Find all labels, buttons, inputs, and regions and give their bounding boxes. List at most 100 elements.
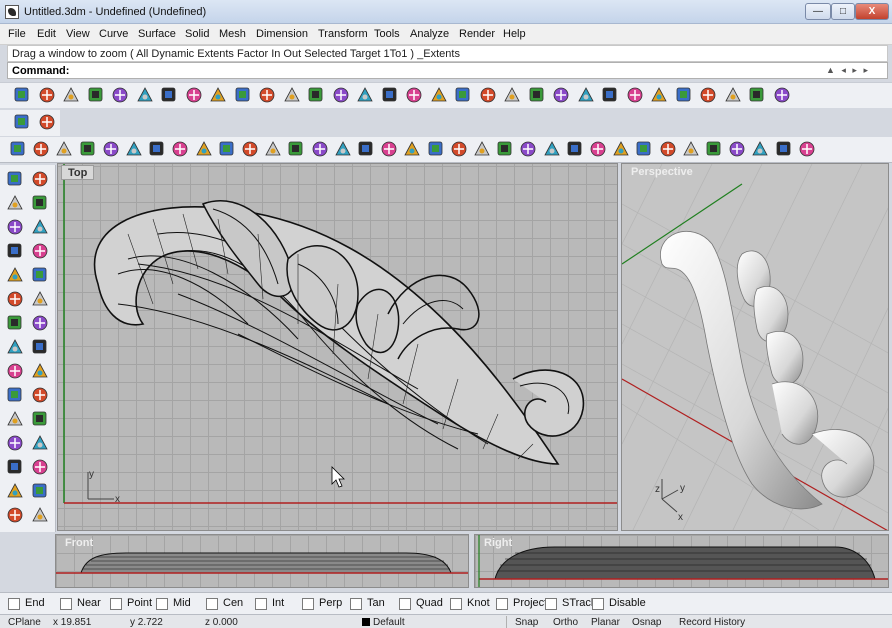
zoom-extents-icon[interactable]: [331, 85, 351, 105]
car-icon[interactable]: [429, 85, 449, 105]
blend-icon[interactable]: [310, 139, 330, 159]
minimize-button[interactable]: —: [805, 3, 831, 20]
block-icon[interactable]: [30, 481, 50, 501]
import-icon[interactable]: [110, 85, 130, 105]
move-icon[interactable]: [5, 385, 25, 405]
osnap-checkbox[interactable]: [255, 598, 267, 610]
viewport-top-title[interactable]: Top: [61, 165, 95, 180]
box-icon[interactable]: [8, 139, 28, 159]
grid-icon[interactable]: [747, 85, 767, 105]
status-record-history[interactable]: Record History: [679, 617, 745, 628]
circle-icon[interactable]: [5, 217, 25, 237]
network-icon[interactable]: [240, 139, 260, 159]
array-icon[interactable]: [379, 139, 399, 159]
sweep-icon[interactable]: [658, 139, 678, 159]
lock-icon[interactable]: [551, 85, 571, 105]
rendered-sphere-icon[interactable]: [649, 85, 669, 105]
point-icon[interactable]: [750, 139, 770, 159]
osnap-checkbox[interactable]: [206, 598, 218, 610]
color-wheel-icon[interactable]: [600, 85, 620, 105]
viewport-top[interactable]: Top y x: [57, 163, 618, 531]
menu-file[interactable]: File: [8, 28, 26, 40]
layer-icon[interactable]: [576, 85, 596, 105]
osnap-checkbox[interactable]: [60, 598, 72, 610]
dimension-icon[interactable]: [402, 139, 422, 159]
zoom-selected-icon[interactable]: [355, 85, 375, 105]
fillet-icon[interactable]: [30, 265, 50, 285]
rhino-app-icon[interactable]: [5, 5, 19, 19]
scale-icon[interactable]: [30, 385, 50, 405]
globe-icon[interactable]: [674, 85, 694, 105]
status-cplane[interactable]: CPlane: [8, 617, 41, 628]
osnap-checkbox[interactable]: [592, 598, 604, 610]
viewport-front-title[interactable]: Front: [59, 536, 99, 551]
menu-analyze[interactable]: Analyze: [410, 28, 449, 40]
boolean-icon[interactable]: [170, 139, 190, 159]
menu-help[interactable]: Help: [503, 28, 526, 40]
viewport-perspective-title[interactable]: Perspective: [625, 165, 699, 180]
menu-surface[interactable]: Surface: [138, 28, 176, 40]
undo-view-icon[interactable]: [380, 85, 400, 105]
status-layer[interactable]: Default: [373, 617, 405, 628]
lasso-icon[interactable]: [478, 85, 498, 105]
dim-icon[interactable]: [5, 409, 25, 429]
shade-icon[interactable]: [453, 85, 473, 105]
point-icon[interactable]: [30, 169, 50, 189]
smooth-icon[interactable]: [634, 139, 654, 159]
extrude-icon[interactable]: [217, 139, 237, 159]
osnap-checkbox[interactable]: [8, 598, 20, 610]
osnap-checkbox[interactable]: [450, 598, 462, 610]
menu-view[interactable]: View: [66, 28, 90, 40]
help-icon[interactable]: [37, 112, 57, 132]
pan-hand-icon[interactable]: [233, 85, 253, 105]
undo-icon[interactable]: [208, 85, 228, 105]
viewport-perspective[interactable]: Perspective z x y: [621, 163, 889, 531]
box-icon[interactable]: [5, 313, 25, 333]
grid-icon[interactable]: [30, 505, 50, 525]
rotate-view-icon[interactable]: [257, 85, 277, 105]
help-icon[interactable]: [772, 85, 792, 105]
bend-icon[interactable]: [611, 139, 631, 159]
blend-icon[interactable]: [30, 433, 50, 453]
explode-icon[interactable]: [30, 361, 50, 381]
menu-curve[interactable]: Curve: [99, 28, 128, 40]
zoom-window-icon[interactable]: [306, 85, 326, 105]
mesh-box-icon[interactable]: [31, 139, 51, 159]
osnap-checkbox[interactable]: [110, 598, 122, 610]
project-icon[interactable]: [681, 139, 701, 159]
curve-tool-icon[interactable]: [101, 139, 121, 159]
window-icon[interactable]: [426, 139, 446, 159]
surface-edit-icon[interactable]: [30, 289, 50, 309]
pipe-icon[interactable]: [449, 139, 469, 159]
ellipse-icon[interactable]: [30, 217, 50, 237]
osnap-checkbox[interactable]: [496, 598, 508, 610]
branch-icon[interactable]: [774, 139, 794, 159]
viewport-right-title[interactable]: Right: [478, 536, 518, 551]
osnap-checkbox[interactable]: [350, 598, 362, 610]
scissors-icon[interactable]: [704, 139, 724, 159]
viewport-front[interactable]: Front: [55, 534, 469, 588]
paste-icon[interactable]: [184, 85, 204, 105]
print-icon[interactable]: [86, 85, 106, 105]
properties-icon[interactable]: [502, 85, 522, 105]
curve-icon[interactable]: [30, 193, 50, 213]
sphere-icon[interactable]: [625, 85, 645, 105]
polygon-icon[interactable]: [194, 139, 214, 159]
options-gear-icon[interactable]: [723, 85, 743, 105]
camera-icon[interactable]: [518, 139, 538, 159]
loft-icon[interactable]: [286, 139, 306, 159]
twist-icon[interactable]: [588, 139, 608, 159]
status-snap[interactable]: Snap: [515, 617, 538, 628]
zoom-icon[interactable]: [282, 85, 302, 105]
menu-render[interactable]: Render: [459, 28, 495, 40]
brush-icon[interactable]: [12, 112, 32, 132]
rail-icon[interactable]: [263, 139, 283, 159]
analyze-icon[interactable]: [30, 409, 50, 429]
open-folder-icon[interactable]: [37, 85, 57, 105]
osnap-checkbox[interactable]: [156, 598, 168, 610]
surface-icon[interactable]: [5, 289, 25, 309]
menu-edit[interactable]: Edit: [37, 28, 56, 40]
copy-icon[interactable]: [159, 85, 179, 105]
cylinder-icon[interactable]: [5, 337, 25, 357]
surface-icon[interactable]: [147, 139, 167, 159]
